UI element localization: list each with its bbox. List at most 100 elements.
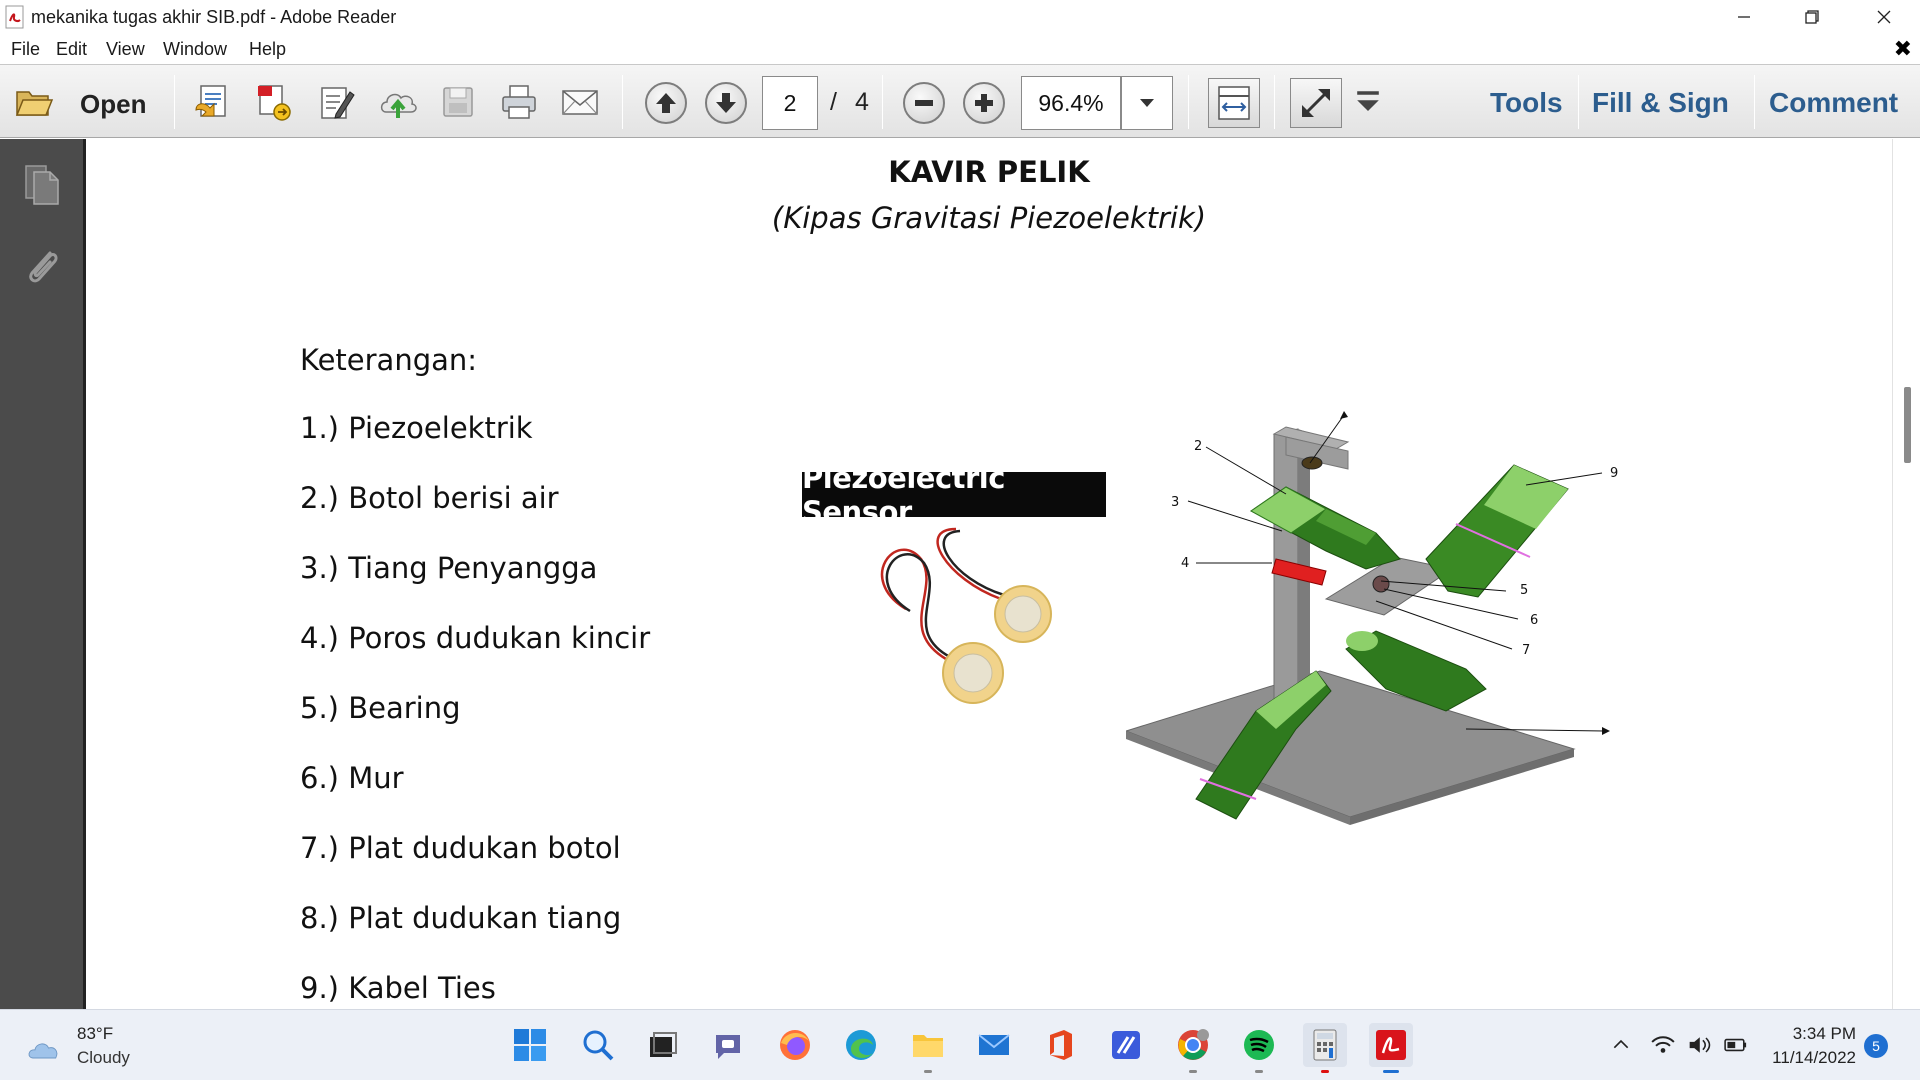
legend-heading: Keterangan: — [300, 343, 478, 377]
chat-button[interactable] — [706, 1023, 750, 1067]
weather-widget[interactable] — [22, 1027, 66, 1071]
volume-button[interactable] — [1681, 1023, 1717, 1067]
page-number-input[interactable]: 2 — [762, 76, 818, 130]
chrome-button[interactable] — [1171, 1023, 1215, 1073]
search-icon — [583, 1030, 614, 1061]
menu-view[interactable]: View — [106, 39, 145, 60]
legend-item: 4.) Poros dudukan kincir — [300, 621, 651, 655]
chrome-icon — [1178, 1029, 1209, 1060]
search-button[interactable] — [576, 1023, 620, 1067]
attachments-button[interactable] — [20, 243, 64, 291]
edge-button[interactable] — [839, 1023, 883, 1067]
page-thumbnails-button[interactable] — [20, 158, 64, 206]
upload-cloud-button[interactable] — [376, 80, 420, 124]
document-page: KAVIR PELIK (Kipas Gravitasi Piezoelektr… — [86, 139, 1892, 1009]
weather-temperature: 83°F — [77, 1024, 114, 1043]
chevron-down-icon — [1357, 91, 1379, 111]
toolbar-separator — [1188, 75, 1189, 129]
clock-date[interactable]: 11/14/2022 — [1762, 1048, 1856, 1068]
fill-sign-pane-button[interactable]: Fill & Sign — [1592, 87, 1729, 119]
show-hidden-icons-button[interactable] — [1603, 1023, 1639, 1067]
print-button[interactable] — [497, 80, 541, 124]
close-window-button[interactable] — [1856, 0, 1912, 34]
arrow-down-icon — [716, 93, 736, 113]
attachment-icon — [29, 251, 58, 283]
full-screen-button[interactable] — [1290, 78, 1342, 128]
document-title: KAVIR PELIK — [888, 155, 1090, 189]
menu-edit[interactable]: Edit — [56, 39, 87, 60]
start-button[interactable] — [508, 1023, 552, 1067]
fan-assembly-diagram: 2 3 4 5 6 7 9 — [1126, 411, 1618, 825]
toolbar-separator — [1578, 75, 1579, 129]
diagram-label: 7 — [1522, 643, 1530, 658]
email-button[interactable] — [558, 80, 602, 124]
tools-pane-button[interactable]: Tools — [1490, 87, 1563, 119]
chat-icon — [716, 1035, 740, 1059]
legend-item: 8.) Plat dudukan tiang — [300, 901, 622, 935]
folder-open-icon — [15, 91, 54, 116]
comment-pane-button[interactable]: Comment — [1769, 87, 1898, 119]
open-button[interactable] — [12, 80, 56, 124]
toolbar-separator — [882, 75, 883, 129]
calculator-button[interactable] — [1303, 1023, 1347, 1073]
page-separator: / — [830, 88, 837, 116]
firefox-button[interactable] — [773, 1023, 817, 1067]
scrollbar-thumb[interactable] — [1904, 387, 1911, 463]
clock-time[interactable]: 3:34 PM — [1786, 1024, 1856, 1044]
next-page-button[interactable] — [705, 82, 747, 124]
legend-item: 9.) Kabel Ties — [300, 971, 496, 1005]
running-indicator — [1255, 1070, 1263, 1073]
file-explorer-icon — [913, 1035, 943, 1057]
edit-pdf-button[interactable] — [314, 80, 358, 124]
arrow-up-icon — [656, 93, 676, 113]
fit-width-icon — [1218, 86, 1250, 120]
adobe-reader-icon — [1376, 1030, 1406, 1060]
zoom-level-input[interactable]: 96.4% — [1021, 76, 1121, 130]
legend-item: 3.) Tiang Penyangga — [300, 551, 598, 585]
vertical-scrollbar[interactable] — [1892, 139, 1920, 1009]
mail-button[interactable] — [972, 1023, 1016, 1067]
wifi-button[interactable] — [1645, 1023, 1681, 1067]
fit-width-button[interactable] — [1208, 78, 1260, 128]
app-button[interactable] — [1104, 1023, 1148, 1067]
upload-cloud-icon — [380, 93, 417, 118]
battery-button[interactable] — [1718, 1023, 1754, 1067]
file-explorer-button[interactable] — [906, 1023, 950, 1073]
export-pdf-button[interactable] — [252, 80, 296, 124]
zoom-dropdown-button[interactable] — [1121, 76, 1173, 130]
task-view-button[interactable] — [640, 1023, 684, 1067]
zoom-out-button[interactable] — [903, 82, 945, 124]
previous-page-button[interactable] — [645, 82, 687, 124]
legend-item: 5.) Bearing — [300, 691, 461, 725]
save-button[interactable] — [436, 80, 480, 124]
firefox-icon — [780, 1030, 810, 1060]
menu-help[interactable]: Help — [249, 39, 286, 60]
create-pdf-button[interactable] — [190, 80, 234, 124]
diagram-label: 3 — [1171, 495, 1179, 510]
restore-icon — [1805, 10, 1819, 24]
task-view-icon — [650, 1032, 677, 1057]
office-button[interactable] — [1038, 1023, 1082, 1067]
expand-icon — [1302, 89, 1330, 117]
volume-icon — [1689, 1037, 1711, 1053]
open-label[interactable]: Open — [80, 89, 146, 120]
close-document-button[interactable]: ✖ — [1894, 36, 1912, 62]
minimize-button[interactable] — [1716, 0, 1772, 34]
legend-item: 2.) Botol berisi air — [300, 481, 559, 515]
customize-toolbar-button[interactable] — [1350, 80, 1386, 124]
menu-window[interactable]: Window — [163, 39, 227, 60]
document-subtitle: (Kipas Gravitasi Piezoelektrik) — [771, 201, 1207, 235]
menu-bar: File Edit View Window Help ✖ — [0, 34, 1920, 64]
restore-button[interactable] — [1784, 0, 1840, 34]
cloud-icon — [28, 1043, 58, 1059]
spotify-icon — [1244, 1030, 1274, 1060]
menu-file[interactable]: File — [11, 39, 40, 60]
notification-badge[interactable]: 5 — [1864, 1034, 1888, 1058]
spotify-button[interactable] — [1237, 1023, 1281, 1073]
adobe-reader-button[interactable] — [1369, 1023, 1413, 1073]
diagram-label: 6 — [1530, 613, 1538, 628]
zoom-in-button[interactable] — [963, 82, 1005, 124]
office-icon — [1050, 1030, 1072, 1060]
chevron-up-icon — [1613, 1039, 1629, 1049]
diagram-label: 9 — [1610, 466, 1618, 481]
